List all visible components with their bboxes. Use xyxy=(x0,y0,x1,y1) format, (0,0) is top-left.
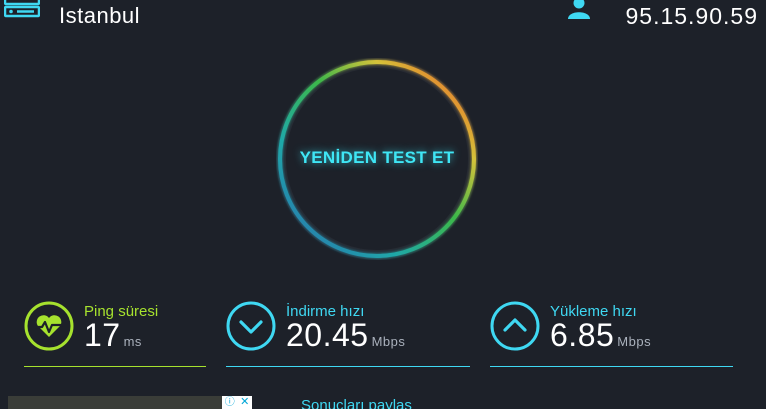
server-city: Istanbul xyxy=(59,3,141,28)
ping-value-line: 17 ms xyxy=(84,317,142,354)
ping-unit: ms xyxy=(123,334,142,349)
upload-unit: Mbps xyxy=(617,334,652,349)
upload-value: 6.85 xyxy=(550,317,615,353)
user-icon xyxy=(565,0,593,22)
ad-info-icon[interactable]: ⓘ xyxy=(225,397,235,408)
ip-address: 95.15.90.59 xyxy=(625,3,758,29)
share-results-link[interactable]: Sonuçları paylaş xyxy=(301,397,412,409)
download-value-line: 20.45 Mbps xyxy=(286,317,405,354)
upload-metric: Yükleme hızı 6.85 Mbps xyxy=(490,298,733,367)
server-icon xyxy=(3,0,41,18)
speedtest-result-screen: Istanbul 95.15.90.59 YENİDEN TEST ET Pin… xyxy=(0,0,766,409)
ping-metric: Ping süresi 17 ms xyxy=(24,298,206,367)
ad-close-icon[interactable]: ✕ xyxy=(240,397,249,408)
ad-banner[interactable]: ⓘ ✕ xyxy=(8,396,252,409)
ad-controls: ⓘ ✕ xyxy=(222,396,252,409)
download-metric: İndirme hızı 20.45 Mbps xyxy=(226,298,470,367)
retest-label: YENİDEN TEST ET xyxy=(299,148,455,167)
chevron-up-icon xyxy=(490,301,540,351)
download-unit: Mbps xyxy=(371,334,406,349)
upload-value-line: 6.85 Mbps xyxy=(550,317,651,354)
download-value: 20.45 xyxy=(286,317,369,353)
chevron-down-icon xyxy=(226,301,276,351)
retest-button[interactable]: YENİDEN TEST ET xyxy=(276,58,478,260)
heart-pulse-icon xyxy=(24,301,74,351)
ping-value: 17 xyxy=(84,317,121,353)
